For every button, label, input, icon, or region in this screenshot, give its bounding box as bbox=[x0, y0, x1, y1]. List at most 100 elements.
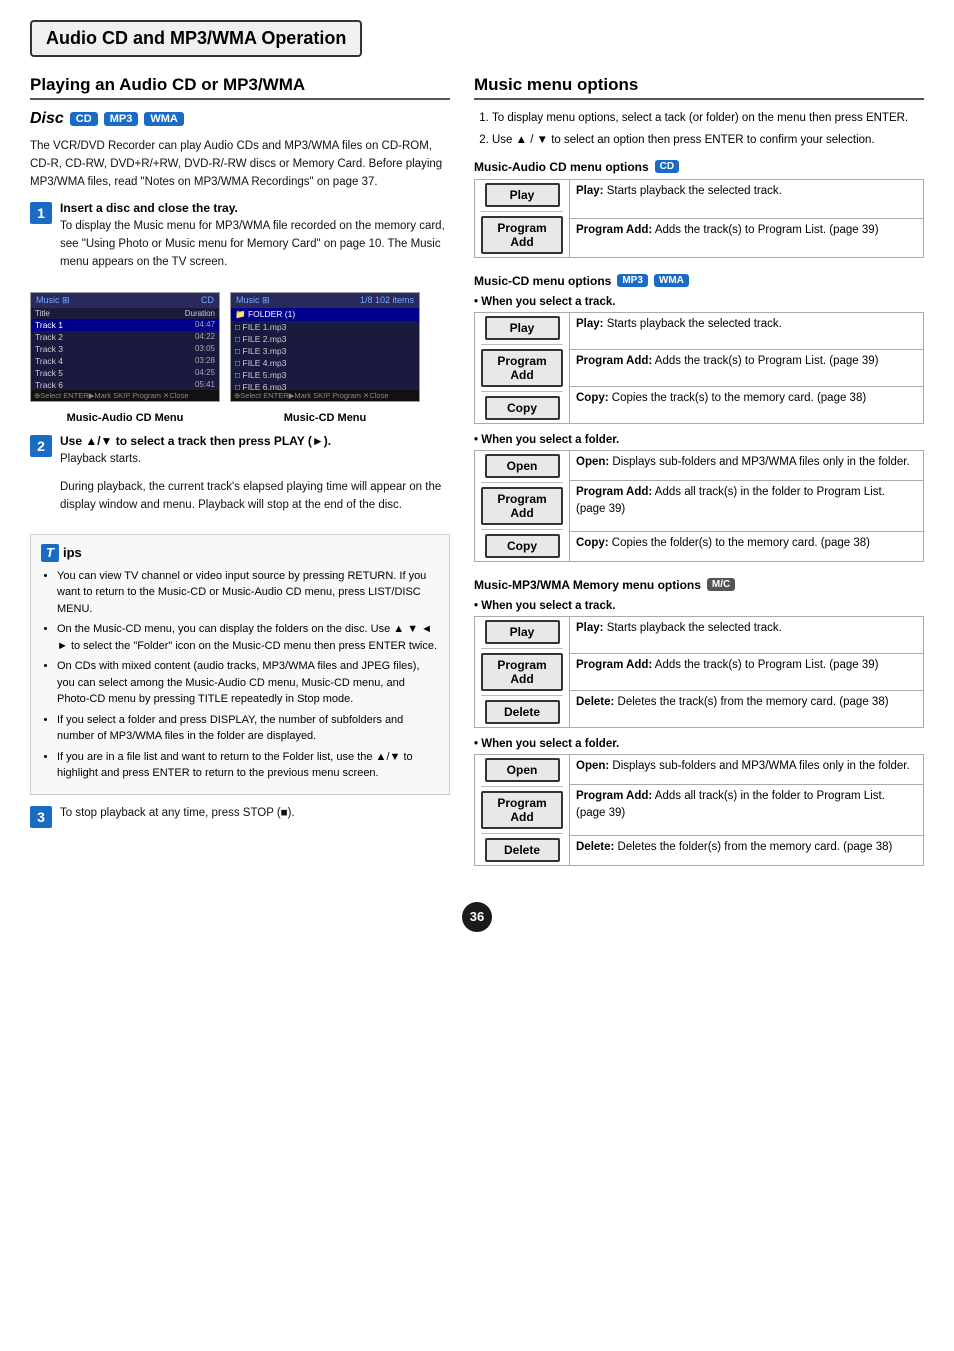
screenshot1-track4: Track 403:28 bbox=[31, 355, 219, 367]
memory-programadd-desc: Program Add: Adds the track(s) to Progra… bbox=[570, 653, 924, 690]
screenshot2-header-right: 1/8 102 items bbox=[360, 295, 414, 306]
memory-track-row: Play Program Add Delete Play: Starts pla… bbox=[475, 616, 924, 653]
tip5: If you are in a file list and want to re… bbox=[57, 749, 439, 782]
audio-cd-row1: Play Program Add Play: Starts playback t… bbox=[475, 179, 924, 218]
page-number-container: 36 bbox=[30, 902, 924, 932]
mp3-folder-programadd-desc: Program Add: Adds all track(s) in the fo… bbox=[570, 480, 924, 531]
memory-folder-table: Open Program Add Delete Open: Displays s… bbox=[474, 754, 924, 866]
audio-cd-play-desc: Play: Starts playback the selected track… bbox=[570, 179, 924, 218]
screenshot1-track3: Track 303:05 bbox=[31, 343, 219, 355]
tip4: If you select a folder and press DISPLAY… bbox=[57, 712, 439, 745]
memory-folder-heading: • When you select a folder. bbox=[474, 738, 924, 750]
mp3-badge: MP3 bbox=[617, 274, 648, 287]
screenshot1-track5: Track 504:25 bbox=[31, 367, 219, 379]
screenshot1-track1: Track 104:47 bbox=[31, 319, 219, 331]
left-column: Playing an Audio CD or MP3/WMA Disc CD M… bbox=[30, 75, 450, 882]
step3-text: To stop playback at any time, press STOP… bbox=[60, 805, 450, 823]
mp3-folder-table: Open Program Add Copy Open: Displays sub… bbox=[474, 450, 924, 562]
disc-label: Disc bbox=[30, 110, 64, 128]
copy-btn-mp3: Copy bbox=[485, 396, 560, 420]
mp3-wma-section: Music-CD menu options MP3 WMA • When you… bbox=[474, 274, 924, 562]
audio-cd-programadd-desc: Program Add: Adds the track(s) to Progra… bbox=[570, 218, 924, 257]
screenshot2-header: Music ⊞ 1/8 102 items bbox=[231, 293, 419, 308]
step2-body1: Playback starts. bbox=[60, 451, 450, 469]
right-column: Music menu options To display menu optio… bbox=[474, 75, 924, 882]
screenshot1-header-right: CD bbox=[201, 295, 214, 306]
memory-folder-btns-cell: Open Program Add Delete bbox=[475, 754, 570, 865]
screenshots-row: Music ⊞ CD Title Duration Track 104:47 T… bbox=[30, 292, 450, 402]
step1-content: Insert a disc and close the tray. To dis… bbox=[60, 201, 450, 281]
tips-heading: T ips bbox=[41, 543, 439, 563]
tips-list: You can view TV channel or video input s… bbox=[41, 568, 439, 782]
play-btn-memory: Play bbox=[485, 620, 560, 644]
screenshot2-footer: ⊕Select ENTER▶Mark SKIP Program ✕Close bbox=[231, 390, 419, 401]
play-desc-bold: Play: bbox=[576, 185, 604, 197]
screenshot1-col-title: Title bbox=[35, 309, 185, 318]
memory-folder-programadd-desc: Program Add: Adds all track(s) in the fo… bbox=[570, 784, 924, 835]
mp3-track-heading: • When you select a track. bbox=[474, 296, 924, 308]
memory-folder-row: Open Program Add Delete Open: Displays s… bbox=[475, 754, 924, 784]
screenshot1-col-duration: Duration bbox=[185, 309, 215, 318]
program-add-btn-memory: Program Add bbox=[481, 653, 563, 691]
screenshot1-label: Music-Audio CD Menu bbox=[30, 412, 220, 424]
mp3-folder-btns-cell: Open Program Add Copy bbox=[475, 450, 570, 561]
badge-mp3: MP3 bbox=[104, 112, 139, 126]
screenshot1-track2: Track 204:22 bbox=[31, 331, 219, 343]
screenshot-audio-cd: Music ⊞ CD Title Duration Track 104:47 T… bbox=[30, 292, 220, 402]
mc-badge: M/C bbox=[707, 578, 735, 591]
screenshot2-file2: □ FILE 2.mp3 bbox=[231, 333, 419, 345]
audio-cd-section: Music-Audio CD menu options CD Play Prog… bbox=[474, 160, 924, 258]
play-btn-audio: Play bbox=[485, 183, 560, 207]
page-number: 36 bbox=[462, 902, 492, 932]
step2-number: 2 bbox=[30, 435, 52, 457]
step1-container: 1 Insert a disc and close the tray. To d… bbox=[30, 201, 450, 281]
memory-label-text: Music-MP3/WMA Memory menu options bbox=[474, 578, 701, 592]
screenshot2-file4: □ FILE 4.mp3 bbox=[231, 357, 419, 369]
mp3-folder-heading: • When you select a folder. bbox=[474, 434, 924, 446]
step3-content: To stop playback at any time, press STOP… bbox=[60, 805, 450, 833]
screenshot-cd-menu: Music ⊞ 1/8 102 items 📁 FOLDER (1) □ FIL… bbox=[230, 292, 420, 402]
screenshot2-header-left: Music ⊞ bbox=[236, 295, 270, 306]
screenshot2-file1: □ FILE 1.mp3 bbox=[231, 321, 419, 333]
wma-badge: WMA bbox=[654, 274, 689, 287]
mp3-wma-label: Music-CD menu options MP3 WMA bbox=[474, 274, 924, 288]
mp3-track-row: Play Program Add Copy Play: Starts playb… bbox=[475, 312, 924, 349]
screenshot1-header-left: Music ⊞ bbox=[36, 295, 70, 306]
tips-heading-text: ips bbox=[63, 543, 82, 563]
tip1: You can view TV channel or video input s… bbox=[57, 568, 439, 618]
screenshot1-footer: ⊕Select ENTER▶Mark SKIP Program ✕Close bbox=[31, 390, 219, 401]
step2-container: 2 Use ▲/▼ to select a track then press P… bbox=[30, 434, 450, 524]
screenshot1-header: Music ⊞ CD bbox=[31, 293, 219, 308]
memory-delete-desc: Delete: Deletes the track(s) from the me… bbox=[570, 690, 924, 727]
tips-icon: T bbox=[41, 544, 59, 562]
memory-label: Music-MP3/WMA Memory menu options M/C bbox=[474, 578, 924, 592]
program-add-btn-memory-folder: Program Add bbox=[481, 791, 563, 829]
tips-box: T ips You can view TV channel or video i… bbox=[30, 534, 450, 795]
memory-track-table: Play Program Add Delete Play: Starts pla… bbox=[474, 616, 924, 728]
screenshot2-file5: □ FILE 5.mp3 bbox=[231, 369, 419, 381]
memory-play-desc: Play: Starts playback the selected track… bbox=[570, 616, 924, 653]
program-add-btn-mp3: Program Add bbox=[481, 349, 563, 387]
mp3-copy-desc: Copy: Copies the track(s) to the memory … bbox=[570, 386, 924, 423]
copy-btn-mp3-folder: Copy bbox=[485, 534, 560, 558]
program-add-btn-mp3-folder: Program Add bbox=[481, 487, 563, 525]
screenshot2-label: Music-CD Menu bbox=[230, 412, 420, 424]
mp3-play-desc: Play: Starts playback the selected track… bbox=[570, 312, 924, 349]
step1-title: Insert a disc and close the tray. bbox=[60, 201, 450, 215]
program-add-btn-audio: Program Add bbox=[481, 216, 563, 254]
mp3-track-table: Play Program Add Copy Play: Starts playb… bbox=[474, 312, 924, 424]
audio-cd-badge: CD bbox=[655, 160, 679, 173]
play-btn-mp3: Play bbox=[485, 316, 560, 340]
play-desc-text: Starts playback the selected track. bbox=[607, 185, 782, 197]
open-btn-memory: Open bbox=[485, 758, 560, 782]
tip2: On the Music-CD menu, you can display th… bbox=[57, 621, 439, 654]
disc-row: Disc CD MP3 WMA bbox=[30, 110, 450, 128]
audio-cd-btns-cell: Play Program Add bbox=[475, 179, 570, 257]
intro-item1: To display menu options, select a tack (… bbox=[492, 110, 924, 128]
memory-track-btns-cell: Play Program Add Delete bbox=[475, 616, 570, 727]
step2-body2: During playback, the current track's ela… bbox=[60, 479, 450, 515]
right-section-heading: Music menu options bbox=[474, 75, 924, 100]
delete-btn-memory: Delete bbox=[485, 700, 560, 724]
step3-container: 3 To stop playback at any time, press ST… bbox=[30, 805, 450, 833]
tip3: On CDs with mixed content (audio tracks,… bbox=[57, 658, 439, 708]
